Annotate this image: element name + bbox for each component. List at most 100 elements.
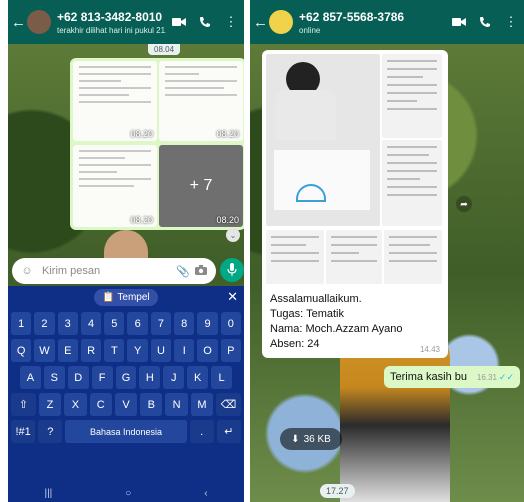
key-1[interactable]: 1 [11, 312, 32, 335]
key-r[interactable]: R [80, 339, 102, 362]
key-m[interactable]: M [190, 393, 214, 416]
message-compose-bar[interactable]: ☺ Kirim pesan 📎 [12, 258, 216, 284]
key-6[interactable]: 6 [127, 312, 148, 335]
key-j[interactable]: J [163, 366, 185, 389]
video-call-icon[interactable] [446, 17, 472, 27]
outgoing-message-bubble[interactable]: Terima kasih bu 16.31 ✓✓ [384, 366, 520, 388]
last-seen: terakhir dilihat hari ini pukul 21.28 [57, 25, 166, 35]
key-z[interactable]: Z [38, 393, 62, 416]
time-chip: 08.04 [148, 44, 181, 55]
backspace-key[interactable]: ⌫ [216, 393, 241, 416]
key-9[interactable]: 9 [197, 312, 218, 335]
video-call-icon[interactable] [166, 17, 192, 27]
key-5[interactable]: 5 [104, 312, 125, 335]
image-message-bubble[interactable]: Assalamuallaikum. Tugas: Tematik Nama: M… [262, 50, 448, 358]
key-x[interactable]: X [64, 393, 87, 416]
keyboard-row-1: QWERTYUIOP [8, 339, 244, 362]
key-n[interactable]: N [165, 393, 188, 416]
contact-info[interactable]: +62 857-5568-3786 online [299, 10, 446, 35]
key-d[interactable]: D [67, 366, 89, 389]
emoji-icon[interactable]: ☺ [18, 265, 36, 277]
period-key[interactable]: . [189, 420, 214, 443]
contact-name: +62 857-5568-3786 [299, 9, 405, 24]
download-button[interactable]: ⬇ 36 KB [280, 428, 342, 450]
keyboard-row-2: ASDFGHJKL [8, 366, 244, 389]
key-f[interactable]: F [91, 366, 113, 389]
scroll-down-icon[interactable]: ⌄ [226, 228, 240, 242]
back-arrow-icon[interactable]: ← [11, 14, 27, 31]
key-7[interactable]: 7 [150, 312, 172, 335]
more-options-icon[interactable]: ⋮ [498, 14, 524, 30]
album-thumbnail[interactable]: 08.20 [73, 61, 157, 141]
key-0[interactable]: 0 [220, 312, 241, 335]
worksheet-photo[interactable] [382, 140, 442, 226]
key-4[interactable]: 4 [80, 312, 102, 335]
back-arrow-icon[interactable]: ← [253, 14, 269, 31]
camera-icon[interactable] [192, 264, 210, 278]
album-time: 08.20 [216, 129, 239, 139]
key-y[interactable]: Y [127, 339, 148, 362]
key-p[interactable]: P [220, 339, 241, 362]
key-e[interactable]: E [57, 339, 78, 362]
symbols-key[interactable]: !#1 [11, 420, 36, 443]
recent-apps-icon[interactable]: ||| [44, 488, 52, 499]
key-i[interactable]: I [174, 339, 195, 362]
key-k[interactable]: K [187, 366, 209, 389]
enter-key[interactable]: ↵ [216, 420, 241, 443]
phone-call-icon[interactable] [472, 16, 498, 28]
key-o[interactable]: O [197, 339, 218, 362]
worksheet-photo[interactable] [266, 230, 324, 284]
more-options-icon[interactable]: ⋮ [218, 14, 244, 30]
album-more-overlay[interactable]: + 7 08.20 [159, 145, 243, 227]
key-u[interactable]: U [150, 339, 172, 362]
file-time: 17.27 [320, 484, 355, 498]
paste-chip[interactable]: 📋 Tempel [94, 288, 158, 306]
student-photo[interactable] [266, 54, 380, 226]
key-t[interactable]: T [104, 339, 125, 362]
key-2[interactable]: 2 [34, 312, 55, 335]
keyboard-row-3: ⇧ ZXCVBNM ⌫ [8, 393, 244, 416]
key-q[interactable]: Q [11, 339, 32, 362]
album-thumbnail[interactable]: 08.20 [73, 145, 157, 227]
album-time: 08.20 [130, 129, 153, 139]
phone-call-icon[interactable] [192, 16, 218, 28]
message-input[interactable]: Kirim pesan [42, 265, 174, 277]
right-chat-screen: ← +62 857-5568-3786 online ⋮ Assalamuall… [250, 0, 524, 502]
key-b[interactable]: B [140, 393, 163, 416]
keyboard-row-4: !#1 ? Bahasa Indonesia . ↵ [8, 420, 244, 443]
close-icon[interactable]: ✕ [227, 289, 238, 305]
worksheet-photo[interactable] [382, 54, 442, 138]
worksheet-photo[interactable] [326, 230, 382, 284]
key-a[interactable]: A [20, 366, 41, 389]
forward-icon[interactable]: ➦ [456, 196, 472, 212]
key-3[interactable]: 3 [57, 312, 78, 335]
image-album-bubble[interactable]: 08.20 08.20 08.20 + 7 08.20 [70, 58, 244, 230]
home-icon[interactable]: ○ [125, 488, 131, 499]
shift-key[interactable]: ⇧ [11, 393, 36, 416]
file-size: 36 KB [303, 433, 331, 445]
album-thumbnail[interactable]: 08.20 [159, 61, 243, 141]
worksheet-photo[interactable] [384, 230, 442, 284]
message-line: Absen: 24 [270, 337, 320, 350]
avatar[interactable] [27, 10, 51, 34]
mic-button[interactable] [220, 258, 244, 282]
left-chat-screen: ← +62 813-3482-8010 terakhir dilihat har… [8, 0, 244, 502]
key-g[interactable]: G [115, 366, 137, 389]
reply-time: 16.31 [476, 372, 497, 382]
chat-header: ← +62 813-3482-8010 terakhir dilihat har… [8, 0, 244, 44]
attach-icon[interactable]: 📎 [174, 265, 192, 278]
key-s[interactable]: S [43, 366, 65, 389]
back-nav-icon[interactable]: ‹ [204, 488, 207, 499]
key-w[interactable]: W [34, 339, 55, 362]
avatar[interactable] [269, 10, 293, 34]
keyboard-suggestion-bar: 📋 Tempel ✕ [8, 286, 244, 308]
key-8[interactable]: 8 [174, 312, 195, 335]
album-time: 08.20 [216, 215, 239, 225]
key-l[interactable]: L [211, 366, 233, 389]
key-v[interactable]: V [114, 393, 138, 416]
key-h[interactable]: H [139, 366, 161, 389]
help-key[interactable]: ? [38, 420, 63, 443]
space-key[interactable]: Bahasa Indonesia [65, 420, 187, 443]
key-c[interactable]: C [89, 393, 112, 416]
contact-info[interactable]: +62 813-3482-8010 terakhir dilihat hari … [57, 10, 166, 35]
